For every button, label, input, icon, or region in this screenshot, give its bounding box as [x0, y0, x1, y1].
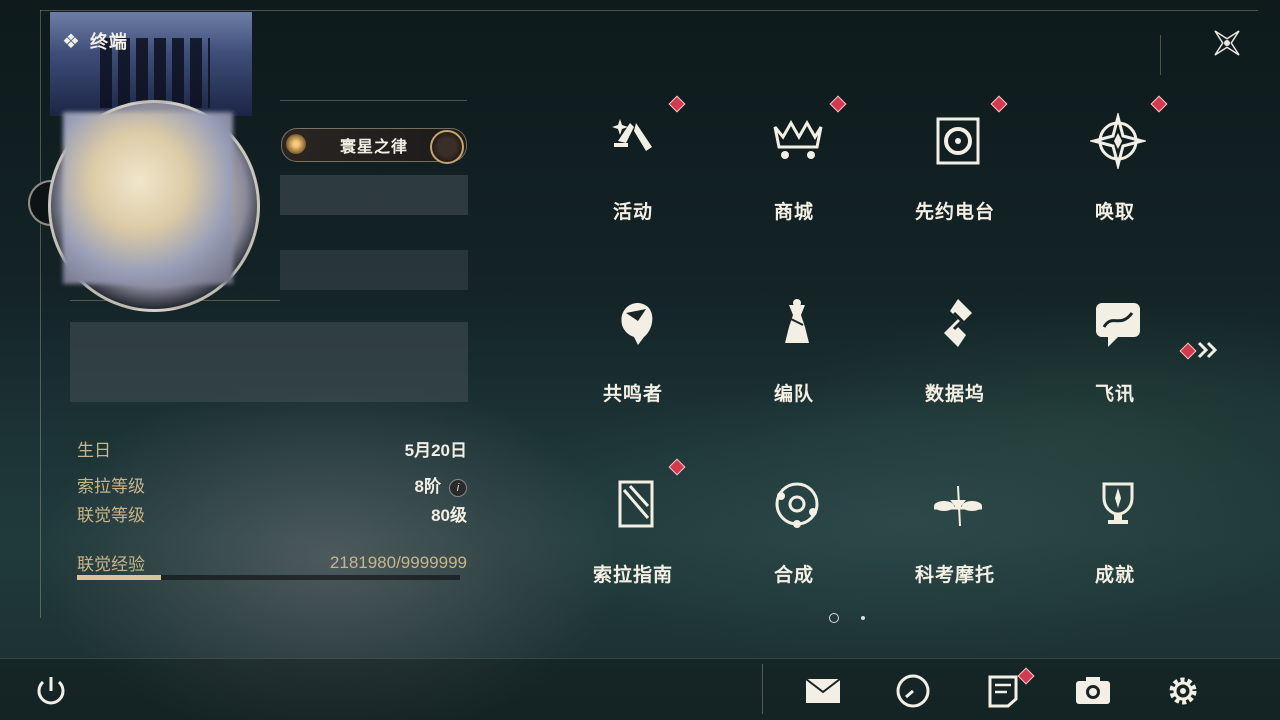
- avatar[interactable]: [63, 112, 233, 284]
- info-birthday: 生日 5月20日: [77, 436, 467, 461]
- badge-title: 寰星之律: [339, 139, 408, 156]
- menu-item-label: 先约电台: [914, 202, 995, 223]
- menu-item-7[interactable]: 飞讯: [1045, 277, 1185, 427]
- menu-item-label: 活动: [612, 202, 653, 223]
- info-sol-level: 索拉等级 8阶 i: [77, 472, 467, 497]
- info-union-level: 联觉等级 80级: [77, 501, 467, 526]
- sun-orb-icon: [286, 134, 306, 154]
- frame-right-accent: [1160, 35, 1161, 75]
- chess-team-icon: [769, 295, 825, 351]
- notification-dot: [1179, 342, 1197, 360]
- next-page-button[interactable]: [1179, 338, 1224, 362]
- signature-blurred: [70, 322, 468, 402]
- menu-item-11[interactable]: 成就: [1045, 458, 1185, 608]
- menu-item-label: 合成: [773, 565, 814, 586]
- info-value: 8阶: [414, 477, 441, 496]
- notification-dot: [668, 458, 686, 476]
- menu-item-label: 飞讯: [1094, 384, 1135, 405]
- mail-icon[interactable]: [802, 670, 844, 712]
- menu-item-0[interactable]: 活动: [563, 95, 703, 245]
- power-icon[interactable]: [30, 670, 72, 712]
- frame-left-line: [40, 10, 41, 618]
- info-value-wrap: 8阶 i: [415, 472, 467, 497]
- double-chevron-right-icon: [1197, 341, 1218, 359]
- bottom-separator: [762, 664, 763, 714]
- crown-cart-icon: [769, 113, 825, 169]
- radio-disc-icon: [930, 113, 986, 169]
- info-value: 2181980/9999999: [329, 552, 467, 572]
- menu-item-3[interactable]: 唤取: [1045, 95, 1185, 245]
- page-title: 终端: [89, 32, 128, 52]
- info-label: 联觉等级: [77, 506, 145, 525]
- character-head-icon: [608, 295, 664, 351]
- info-label: 生日: [77, 441, 111, 460]
- synthesis-icon: [769, 476, 825, 532]
- menu-item-1[interactable]: 商城: [724, 95, 864, 245]
- notification-dot: [1150, 95, 1168, 113]
- menu-item-9[interactable]: 合成: [724, 458, 864, 608]
- info-icon[interactable]: i: [449, 478, 467, 497]
- trophy-icon: [1090, 476, 1146, 532]
- menu-item-10[interactable]: 科考摩托: [885, 458, 1025, 608]
- profile-divider-top: [280, 100, 467, 101]
- menu-item-label: 科考摩托: [914, 565, 995, 586]
- info-label: 索拉等级: [77, 477, 145, 496]
- title-row: ❖ 终端: [62, 28, 128, 54]
- pager-dot-active[interactable]: [829, 613, 839, 623]
- menu-item-5[interactable]: 编队: [724, 277, 864, 427]
- info-label: 联觉经验: [77, 555, 145, 574]
- pager-dot[interactable]: [861, 616, 865, 620]
- menu-item-label: 共鸣者: [602, 384, 663, 405]
- menu-item-8[interactable]: 索拉指南: [563, 458, 703, 608]
- menu-item-label: 成就: [1094, 565, 1135, 586]
- name-blurred: [280, 175, 468, 215]
- info-value: 5月20日: [404, 441, 467, 460]
- menu-item-label: 编队: [773, 384, 814, 405]
- compass-star-icon: [1088, 111, 1148, 171]
- frame-top-line: [40, 10, 1258, 11]
- exp-progress-fill: [77, 575, 162, 580]
- notification-dot: [990, 95, 1008, 113]
- menu-item-label: 唤取: [1094, 202, 1135, 223]
- uid-blurred: [280, 250, 468, 290]
- data-dock-icon: [930, 295, 986, 351]
- exp-progress-bar: [77, 575, 460, 580]
- notification-dot: [829, 95, 847, 113]
- ring-orb-icon: [430, 130, 464, 164]
- menu-item-label: 索拉指南: [592, 565, 673, 586]
- menu-item-4[interactable]: 共鸣者: [563, 277, 703, 427]
- menu-item-label: 数据坞: [924, 384, 985, 405]
- motorbike-icon: [930, 476, 986, 532]
- clock-icon[interactable]: [892, 670, 934, 712]
- menu-item-2[interactable]: 先约电台: [885, 95, 1025, 245]
- guide-book-icon: [608, 476, 664, 532]
- message-bubble-icon: [1090, 295, 1146, 351]
- notes-icon[interactable]: [982, 667, 1035, 712]
- info-value: 80级: [431, 506, 467, 525]
- settings-gear-icon[interactable]: [1162, 670, 1204, 712]
- info-exp: 联觉经验 2181980/9999999: [77, 550, 467, 575]
- notification-dot: [668, 95, 686, 113]
- close-star-icon[interactable]: [1208, 24, 1246, 62]
- menu-item-label: 商城: [773, 202, 814, 223]
- menu-item-6[interactable]: 数据坞: [885, 277, 1025, 427]
- title-badge[interactable]: 寰星之律: [281, 128, 467, 164]
- sparkle-icon: [608, 113, 664, 169]
- diamond-cluster-icon: ❖: [62, 30, 80, 53]
- camera-icon[interactable]: [1072, 670, 1114, 712]
